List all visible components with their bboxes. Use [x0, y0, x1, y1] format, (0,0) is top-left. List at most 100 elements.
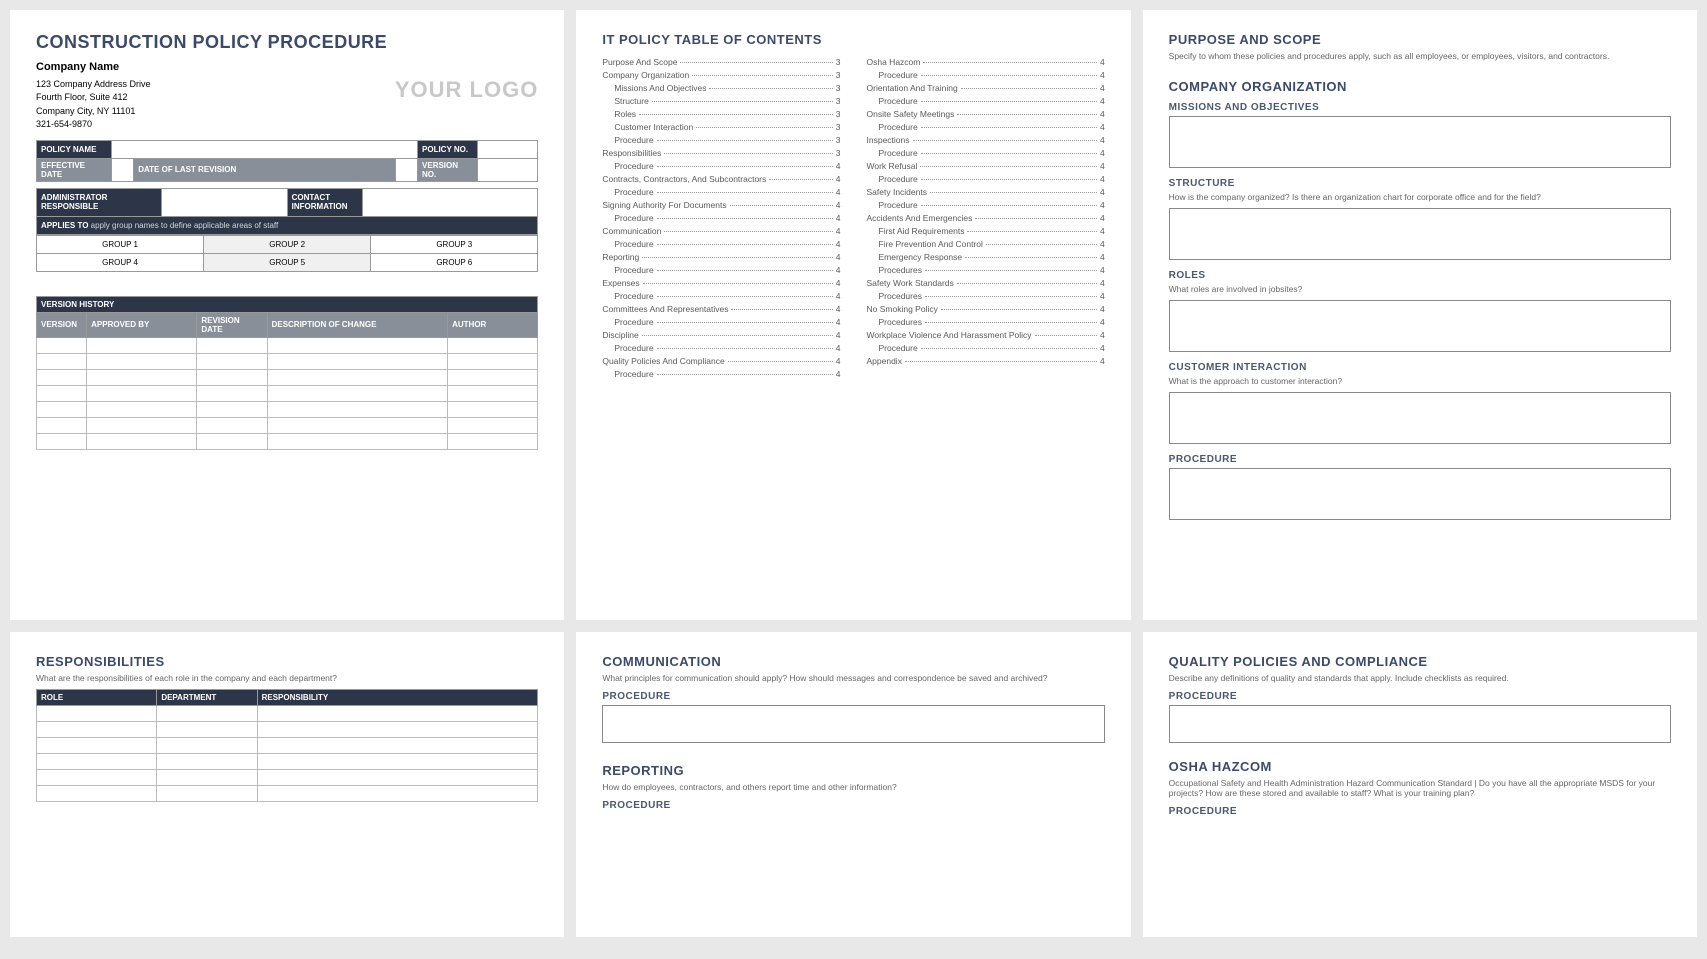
toc-entry[interactable]: Safety Work Standards4: [867, 278, 1105, 288]
last-revision-value[interactable]: [396, 158, 418, 181]
toc-entry[interactable]: Procedure4: [867, 200, 1105, 210]
toc-entry[interactable]: Appendix4: [867, 356, 1105, 366]
vh-col-revdate: REVISION DATE: [197, 312, 267, 337]
table-row[interactable]: [37, 738, 538, 754]
toc-leader: [921, 127, 1097, 128]
toc-entry[interactable]: Procedure4: [867, 96, 1105, 106]
group-2[interactable]: GROUP 2: [204, 235, 371, 253]
toc-entry[interactable]: Procedure4: [602, 265, 840, 275]
toc-page: 4: [1100, 200, 1105, 210]
table-row[interactable]: [37, 706, 538, 722]
procedure-input[interactable]: [1169, 468, 1671, 520]
table-row[interactable]: [37, 722, 538, 738]
toc-entry[interactable]: Fire Prevention And Control4: [867, 239, 1105, 249]
effective-date-value[interactable]: [112, 158, 134, 181]
group-6[interactable]: GROUP 6: [371, 253, 538, 271]
toc-entry[interactable]: No Smoking Policy4: [867, 304, 1105, 314]
table-row[interactable]: [37, 369, 538, 385]
toc-entry[interactable]: First Aid Requirements4: [867, 226, 1105, 236]
toc-entry[interactable]: Communication4: [602, 226, 840, 236]
toc-entry[interactable]: Missions And Objectives3: [602, 83, 840, 93]
toc-entry[interactable]: Procedure4: [602, 369, 840, 379]
toc-entry[interactable]: Procedures4: [867, 317, 1105, 327]
toc-entry[interactable]: Osha Hazcom4: [867, 57, 1105, 67]
toc-entry[interactable]: Company Organization3: [602, 70, 840, 80]
toc-entry[interactable]: Roles3: [602, 109, 840, 119]
group-1[interactable]: GROUP 1: [37, 235, 204, 253]
toc-entry[interactable]: Contracts, Contractors, And Subcontracto…: [602, 174, 840, 184]
toc-entry[interactable]: Accidents And Emergencies4: [867, 213, 1105, 223]
table-row[interactable]: [37, 401, 538, 417]
toc-leader: [921, 205, 1097, 206]
admin-value[interactable]: [162, 188, 287, 216]
toc-entry[interactable]: Procedures4: [867, 265, 1105, 275]
policy-name-value[interactable]: [112, 140, 418, 158]
toc-entry[interactable]: Procedure3: [602, 135, 840, 145]
quality-prompt: Describe any definitions of quality and …: [1169, 673, 1671, 683]
toc-entry[interactable]: Procedure4: [867, 174, 1105, 184]
policy-no-value[interactable]: [478, 140, 538, 158]
missions-input[interactable]: [1169, 116, 1671, 168]
toc-page: 4: [836, 304, 841, 314]
toc-entry[interactable]: Expenses4: [602, 278, 840, 288]
table-row[interactable]: [37, 385, 538, 401]
toc-entry[interactable]: Procedure4: [602, 161, 840, 171]
toc-entry[interactable]: Procedure4: [602, 343, 840, 353]
toc-entry[interactable]: Workplace Violence And Harassment Policy…: [867, 330, 1105, 340]
version-no-value[interactable]: [478, 158, 538, 181]
toc-entry[interactable]: Procedure4: [602, 291, 840, 301]
table-row[interactable]: [37, 353, 538, 369]
toc-entry[interactable]: Signing Authority For Documents4: [602, 200, 840, 210]
toc-page: 4: [1100, 343, 1105, 353]
table-row[interactable]: [37, 337, 538, 353]
toc-entry[interactable]: Procedure4: [867, 343, 1105, 353]
toc-entry[interactable]: Procedure4: [602, 239, 840, 249]
toc-entry[interactable]: Orientation And Training4: [867, 83, 1105, 93]
toc-entry[interactable]: Procedure4: [867, 148, 1105, 158]
table-row[interactable]: [37, 433, 538, 449]
comm-procedure-input[interactable]: [602, 705, 1104, 743]
toc-entry[interactable]: Reporting4: [602, 252, 840, 262]
toc-entry[interactable]: Customer Interaction3: [602, 122, 840, 132]
group-5[interactable]: GROUP 5: [204, 253, 371, 271]
toc-entry[interactable]: Discipline4: [602, 330, 840, 340]
toc-entry[interactable]: Structure3: [602, 96, 840, 106]
toc-page: 4: [1100, 239, 1105, 249]
toc-leader: [657, 244, 833, 245]
quality-procedure-input[interactable]: [1169, 705, 1671, 743]
responsibilities-prompt: What are the responsibilities of each ro…: [36, 673, 538, 683]
toc-entry[interactable]: Emergency Response4: [867, 252, 1105, 262]
toc-entry[interactable]: Inspections4: [867, 135, 1105, 145]
toc-leader: [642, 335, 833, 336]
toc-entry[interactable]: Work Refusal4: [867, 161, 1105, 171]
toc-label: Procedure: [602, 343, 653, 353]
toc-entry[interactable]: Procedure4: [867, 122, 1105, 132]
toc-entry[interactable]: Quality Policies And Compliance4: [602, 356, 840, 366]
toc-page: 4: [1100, 174, 1105, 184]
roles-input[interactable]: [1169, 300, 1671, 352]
table-row[interactable]: [37, 754, 538, 770]
toc-entry[interactable]: Procedures4: [867, 291, 1105, 301]
toc-leader: [657, 166, 833, 167]
toc-entry[interactable]: Committees And Representatives4: [602, 304, 840, 314]
toc-entry[interactable]: Procedure4: [602, 317, 840, 327]
customer-input[interactable]: [1169, 392, 1671, 444]
structure-input[interactable]: [1169, 208, 1671, 260]
toc-entry[interactable]: Procedure4: [867, 70, 1105, 80]
table-row[interactable]: [37, 417, 538, 433]
roles-title: ROLES: [1169, 270, 1671, 281]
toc-entry[interactable]: Procedure4: [602, 187, 840, 197]
contact-value[interactable]: [362, 188, 537, 216]
toc-entry[interactable]: Safety Incidents4: [867, 187, 1105, 197]
group-3[interactable]: GROUP 3: [371, 235, 538, 253]
toc-entry[interactable]: Onsite Safety Meetings4: [867, 109, 1105, 119]
toc-label: Emergency Response: [867, 252, 963, 262]
table-row[interactable]: [37, 770, 538, 786]
toc-entry[interactable]: Procedure4: [602, 213, 840, 223]
comm-procedure-label: PROCEDURE: [602, 691, 1104, 702]
toc-entry[interactable]: Responsibilities3: [602, 148, 840, 158]
table-row[interactable]: [37, 786, 538, 802]
groups-table: GROUP 1 GROUP 2 GROUP 3 GROUP 4 GROUP 5 …: [36, 235, 538, 272]
group-4[interactable]: GROUP 4: [37, 253, 204, 271]
toc-entry[interactable]: Purpose And Scope3: [602, 57, 840, 67]
